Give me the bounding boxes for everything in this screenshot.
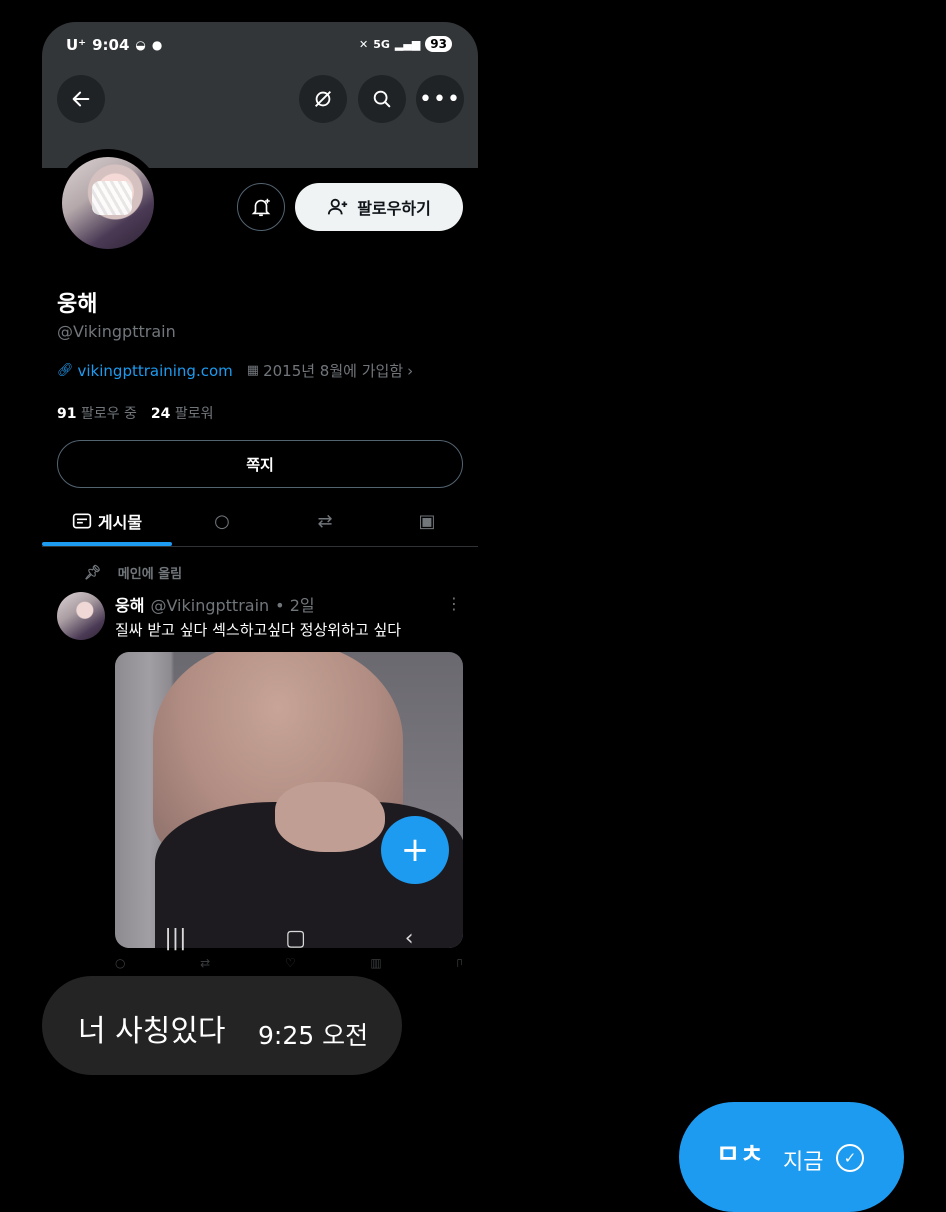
add-person-icon xyxy=(328,198,348,215)
tab-media[interactable]: ▣ xyxy=(397,496,457,546)
tweet-time: • 2일 xyxy=(275,596,315,615)
chevron-right-icon: › xyxy=(407,361,414,380)
profile-name: 웅해 xyxy=(57,292,98,317)
sync-off-icon xyxy=(315,91,331,107)
network-label: 5G xyxy=(373,37,390,51)
following-label: 팔로우 중 xyxy=(80,406,137,422)
followers-stat[interactable]: 24 팔로워 xyxy=(151,403,214,423)
sent-message-time: 지금 xyxy=(783,1150,824,1175)
tweet-text: 질싸 받고 싶다 섹스하고싶다 정상위하고 싶다 xyxy=(115,621,402,639)
follow-counts: 91 팔로우 중 24 팔로워 xyxy=(57,403,214,423)
calendar-icon: ▦ xyxy=(246,363,260,378)
retweet-action-icon[interactable]: ⇄ xyxy=(200,956,210,970)
carrier-label: U⁺ xyxy=(66,36,87,54)
follow-label: 팔로우하기 xyxy=(357,199,431,218)
tweet-avatar[interactable] xyxy=(57,592,105,640)
sent-message-text: ㅁㅊ xyxy=(716,1140,764,1170)
signal-icon: ▂▄▆ xyxy=(394,37,421,51)
posts-tab-icon xyxy=(72,513,92,529)
following-count: 91 xyxy=(57,406,77,422)
website-link[interactable]: 🔗︎ vikingpttraining.com xyxy=(57,362,233,380)
retweet-icon: ⇄ xyxy=(317,510,333,532)
sent-message-bubble: ㅁㅊ 지금 ✓ xyxy=(679,1102,904,1212)
joined-label: 2015년 8월에 가입함 xyxy=(263,362,404,380)
website-label: vikingpttraining.com xyxy=(77,361,233,380)
compose-button[interactable]: + xyxy=(381,816,449,884)
followers-label: 팔로워 xyxy=(174,406,214,422)
received-message-time: 9:25 오전 xyxy=(258,1021,369,1050)
active-tab-indicator xyxy=(42,542,172,546)
battery-indicator: 93 xyxy=(425,36,452,52)
chat-notification-icon: ● xyxy=(151,38,163,52)
plus-icon: + xyxy=(400,830,430,870)
bell-plus-icon xyxy=(251,198,271,217)
profile-tabs: 게시물 ○ ⇄ ▣ xyxy=(42,496,478,547)
bookmark-action-icon[interactable]: ▯ xyxy=(456,956,463,970)
back-arrow-icon xyxy=(72,91,90,107)
status-bar: U⁺ 9:04 ◒ ● ✕ 5G ▂▄▆ 93 xyxy=(66,36,452,56)
link-icon: 🔗︎ xyxy=(57,363,74,378)
reply-action-icon[interactable]: ○ xyxy=(115,956,125,970)
search-icon xyxy=(373,90,391,108)
tab-replies[interactable]: ○ xyxy=(192,496,252,546)
message-button[interactable]: 쪽지 xyxy=(57,440,463,488)
tweet-header: 웅해 @Vikingpttrain • 2일 xyxy=(115,592,315,616)
tab-reposts[interactable]: ⇄ xyxy=(295,496,355,546)
notify-button[interactable] xyxy=(237,183,285,231)
received-message-text: 너 사칭있다 xyxy=(78,1014,226,1049)
tweet-actions: ○ ⇄ ♡ ▥ ▯ xyxy=(115,956,463,970)
tweet-author-name[interactable]: 웅해 xyxy=(115,592,144,616)
search-button[interactable] xyxy=(358,75,406,123)
phone-screenshot: U⁺ 9:04 ◒ ● ✕ 5G ▂▄▆ 93 ••• 팔로우하기 웅해 @Vi… xyxy=(42,22,478,970)
notification-icon: ◒ xyxy=(135,38,146,52)
followers-count: 24 xyxy=(150,406,171,422)
tab-posts[interactable]: 게시물 xyxy=(42,496,172,546)
views-action-icon[interactable]: ▥ xyxy=(370,956,381,970)
joined-date[interactable]: ▦ 2015년 8월에 가입함 › xyxy=(247,360,413,381)
profile-avatar[interactable] xyxy=(54,149,162,257)
clock: 9:04 xyxy=(92,36,130,54)
home-icon[interactable]: ▢ xyxy=(285,926,306,951)
pinned-label: 메인에 올림 xyxy=(117,567,183,582)
received-message-bubble: 너 사칭있다 9:25 오전 xyxy=(42,976,402,1075)
sync-off-button[interactable] xyxy=(299,75,347,123)
more-button[interactable]: ••• xyxy=(416,75,464,123)
back-button[interactable] xyxy=(57,75,105,123)
tweet-media-image[interactable] xyxy=(115,652,463,948)
profile-meta: 🔗︎ vikingpttraining.com ▦ 2015년 8월에 가입함 … xyxy=(57,360,413,381)
like-action-icon[interactable]: ♡ xyxy=(285,956,296,970)
mute-icon: ✕ xyxy=(359,37,369,51)
tweet-author-handle[interactable]: @Vikingpttrain xyxy=(150,596,269,615)
censor-scribble xyxy=(92,181,132,215)
check-circle-icon: ✓ xyxy=(836,1144,864,1172)
media-icon: ▣ xyxy=(418,510,436,532)
more-icon: ••• xyxy=(419,86,461,112)
recents-icon[interactable]: ||| xyxy=(164,926,186,951)
pinned-indicator: 📌︎ 메인에 올림 xyxy=(84,563,183,583)
tweet-more-button[interactable]: ⋮ xyxy=(446,594,462,613)
profile-handle: @Vikingpttrain xyxy=(57,322,176,341)
reply-icon: ○ xyxy=(214,510,230,532)
following-stat[interactable]: 91 팔로우 중 xyxy=(57,403,137,423)
android-nav-bar: ||| ▢ ‹ xyxy=(115,920,463,956)
pin-icon: 📌︎ xyxy=(84,564,102,581)
back-nav-icon[interactable]: ‹ xyxy=(405,926,414,951)
tab-posts-label: 게시물 xyxy=(97,513,143,532)
follow-button[interactable]: 팔로우하기 xyxy=(295,183,463,231)
